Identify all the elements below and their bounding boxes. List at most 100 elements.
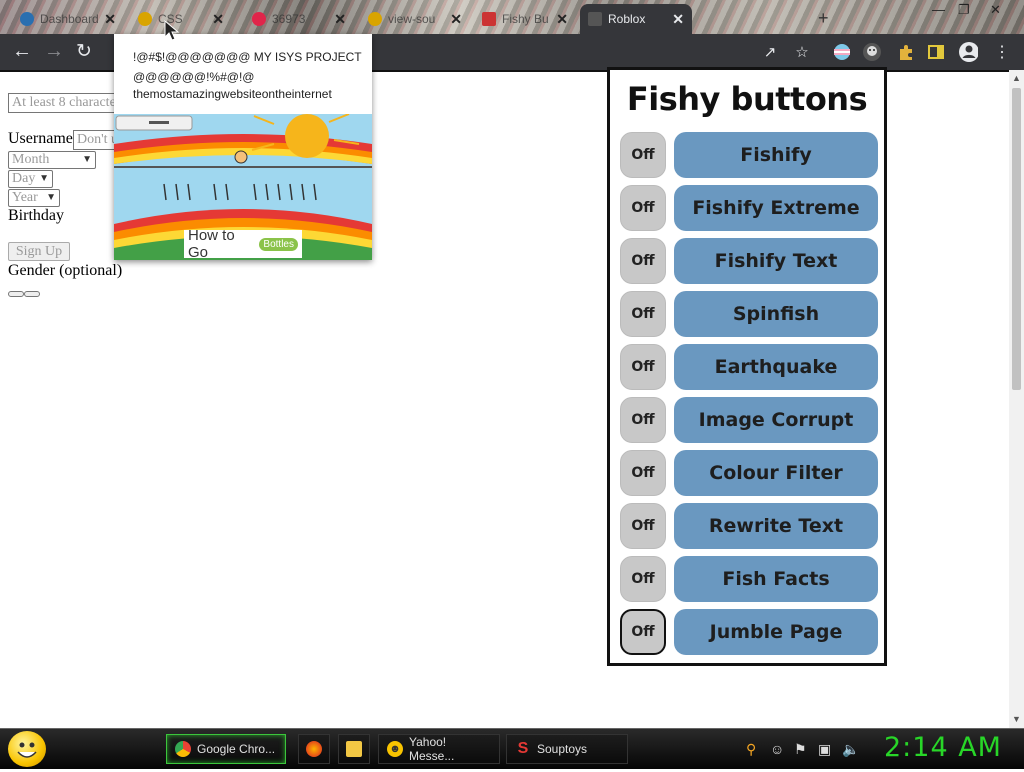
- rewrite-text-toggle[interactable]: Off: [620, 503, 666, 549]
- username-label: Username: [8, 130, 73, 147]
- profile-icon[interactable]: [958, 42, 978, 62]
- image-corrupt-row: Off Image Corrupt: [620, 397, 880, 443]
- gender-toggle-1[interactable]: [8, 291, 24, 297]
- page-scrollbar[interactable]: ▲ ▼: [1009, 70, 1024, 728]
- birth-year-select[interactable]: Year ▼: [8, 189, 60, 207]
- volume-icon[interactable]: 🔈: [842, 741, 859, 758]
- new-tab-button[interactable]: +: [818, 8, 829, 29]
- spinfish-button[interactable]: Spinfish: [674, 291, 878, 337]
- close-icon[interactable]: ✕: [212, 11, 224, 28]
- scroll-down-icon[interactable]: ▼: [1012, 714, 1021, 724]
- fishify-text-row: Off Fishify Text: [620, 238, 880, 284]
- firefox-icon: [306, 741, 322, 757]
- chevron-down-icon: ▼: [39, 173, 49, 184]
- sign-up-button[interactable]: Sign Up: [8, 242, 70, 261]
- close-icon[interactable]: ✕: [450, 11, 462, 28]
- minimize-button[interactable]: —: [932, 2, 945, 17]
- fish-facts-toggle[interactable]: Off: [620, 556, 666, 602]
- jumble-page-button[interactable]: Jumble Page: [674, 609, 878, 655]
- birth-day-select[interactable]: Day ▼: [8, 170, 53, 188]
- site-favicon-icon: [138, 12, 152, 26]
- jumble-page-toggle[interactable]: Off: [620, 609, 666, 655]
- image-corrupt-button[interactable]: Image Corrupt: [674, 397, 878, 443]
- image-corrupt-toggle[interactable]: Off: [620, 397, 666, 443]
- password-field[interactable]: At least 8 characters: [8, 93, 124, 113]
- folder-icon: [346, 741, 362, 757]
- taskbar-item-yahoo-messenger[interactable]: ☻ Yahoo! Messe...: [378, 734, 500, 764]
- maximize-button[interactable]: ❐: [958, 2, 970, 18]
- hover-card-title: !@#$!@@@@@@@ MY ISYS PROJECT @@@@@@!%#@!…: [133, 50, 362, 84]
- colour-filter-toggle[interactable]: Off: [620, 450, 666, 496]
- close-window-button[interactable]: ✕: [990, 2, 1001, 18]
- chevron-down-icon: ▼: [46, 192, 56, 203]
- search-icon[interactable]: ⚲: [746, 741, 756, 758]
- reload-icon[interactable]: ↻: [76, 40, 92, 63]
- fishy-buttons-panel: Fishy buttons Off Fishify Off Fishify Ex…: [607, 67, 887, 666]
- rewrite-text-row: Off Rewrite Text: [620, 503, 880, 549]
- close-icon[interactable]: ✕: [334, 11, 346, 28]
- flag-icon[interactable]: ⚑: [794, 741, 807, 758]
- back-icon[interactable]: ←: [12, 40, 32, 63]
- taskbar-item-chrome[interactable]: Google Chro...: [166, 734, 286, 764]
- birthday-label: Birthday: [8, 207, 64, 224]
- bookmark-star-icon[interactable]: ☆: [792, 42, 812, 62]
- taskbar-item-explorer[interactable]: [338, 734, 370, 764]
- gender-label: Gender (optional): [8, 262, 123, 279]
- spinfish-toggle[interactable]: Off: [620, 291, 666, 337]
- menu-icon[interactable]: ⋮: [992, 42, 1012, 62]
- fishify-extreme-toggle[interactable]: Off: [620, 185, 666, 231]
- wordpress-icon: [20, 12, 34, 26]
- fishify-extreme-row: Off Fishify Extreme: [620, 185, 880, 231]
- close-icon[interactable]: ✕: [104, 11, 116, 28]
- tab-roblox[interactable]: Roblox ✕: [580, 4, 692, 34]
- earthquake-button[interactable]: Earthquake: [674, 344, 878, 390]
- fishify-extreme-button[interactable]: Fishify Extreme: [674, 185, 878, 231]
- tab-strip: Dashboard ✕ CSS ✕ 36973 ✕ view-sou ✕ Fis…: [0, 0, 1024, 34]
- chrome-icon: [175, 741, 191, 757]
- close-icon[interactable]: ✕: [672, 11, 684, 28]
- extension-icon[interactable]: [832, 42, 852, 62]
- gender-toggle-2[interactable]: [24, 291, 40, 297]
- system-clock: 2:14 AM: [884, 732, 1002, 763]
- page-favicon-icon: [482, 12, 496, 26]
- smiley-tray-icon[interactable]: ☺: [770, 741, 784, 757]
- fishify-button[interactable]: Fishify: [674, 132, 878, 178]
- extension-icon[interactable]: [862, 42, 882, 62]
- panel-title: Fishy buttons: [626, 80, 868, 118]
- taskbar-item-souptoys[interactable]: S Souptoys: [506, 734, 628, 764]
- fishify-row: Off Fishify: [620, 132, 880, 178]
- tab-fishy-buttons[interactable]: Fishy Bu ✕: [474, 4, 576, 34]
- network-icon[interactable]: ▣: [818, 741, 831, 758]
- forward-icon[interactable]: →: [44, 40, 64, 63]
- taskbar: Google Chro... ☻ Yahoo! Messe... S Soupt…: [0, 728, 1024, 769]
- roblox-icon: [588, 12, 602, 26]
- earthquake-toggle[interactable]: Off: [620, 344, 666, 390]
- fishify-text-toggle[interactable]: Off: [620, 238, 666, 284]
- birth-month-select[interactable]: Month ▼: [8, 151, 96, 169]
- rewrite-text-button[interactable]: Rewrite Text: [674, 503, 878, 549]
- close-icon[interactable]: ✕: [556, 11, 568, 28]
- puzzle-icon[interactable]: [896, 42, 916, 62]
- tab-hover-card: !@#$!@@@@@@@ MY ISYS PROJECT @@@@@@!%#@!…: [114, 34, 372, 260]
- scroll-up-icon[interactable]: ▲: [1012, 73, 1021, 83]
- page-preview-image: How to Go Bottles: [114, 114, 372, 260]
- fish-facts-button[interactable]: Fish Facts: [674, 556, 878, 602]
- colour-filter-button[interactable]: Colour Filter: [674, 450, 878, 496]
- tab-36973[interactable]: 36973 ✕: [244, 4, 354, 34]
- scrollbar-thumb[interactable]: [1012, 88, 1021, 390]
- souptoys-icon: S: [517, 740, 529, 757]
- fishify-text-button[interactable]: Fishify Text: [674, 238, 878, 284]
- tab-dashboard[interactable]: Dashboard ✕: [12, 4, 124, 34]
- share-icon[interactable]: ↗: [760, 42, 780, 62]
- tab-view-source[interactable]: view-sou ✕: [360, 4, 470, 34]
- sidepanel-icon[interactable]: [926, 42, 946, 62]
- jumble-page-row: Off Jumble Page: [620, 609, 880, 655]
- start-button[interactable]: [8, 731, 46, 767]
- fishify-toggle[interactable]: Off: [620, 132, 666, 178]
- spinfish-row: Off Spinfish: [620, 291, 880, 337]
- earthquake-row: Off Earthquake: [620, 344, 880, 390]
- how-to-go-logo: How to Go Bottles: [184, 227, 302, 260]
- taskbar-item-firefox[interactable]: [298, 734, 330, 764]
- hover-card-url: themostamazingwebsiteontheinternet: [133, 87, 332, 101]
- flickr-icon: [252, 12, 266, 26]
